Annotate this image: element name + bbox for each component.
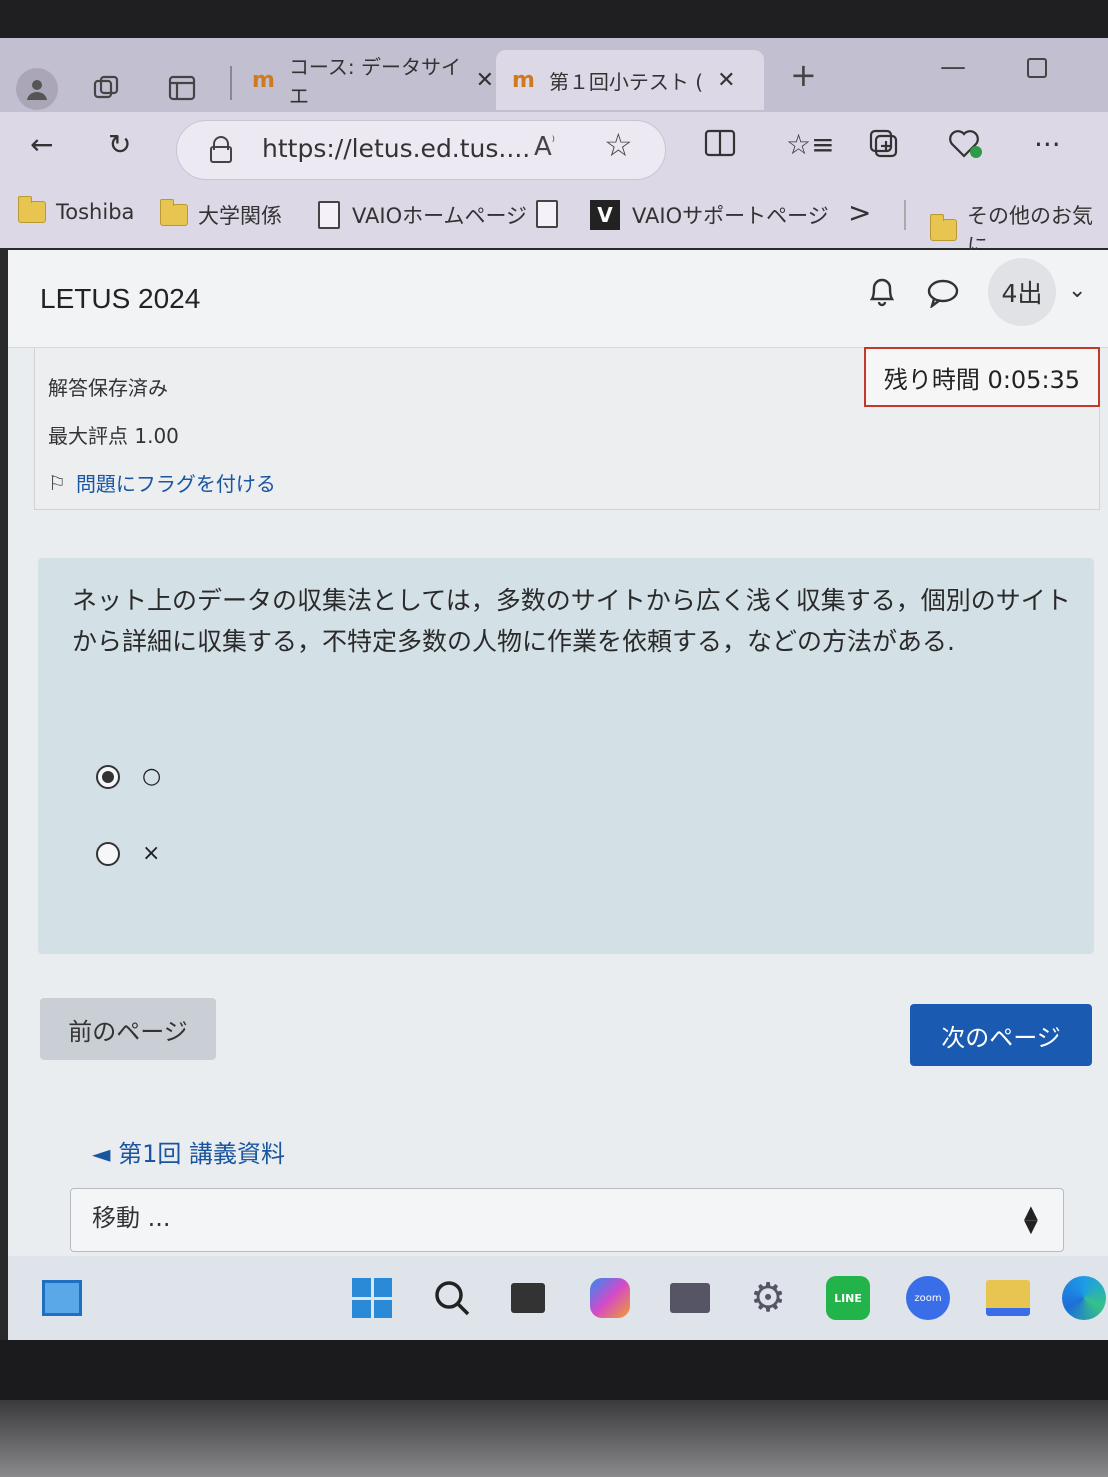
new-tab-button[interactable]: + [790,56,817,94]
tab-label: コース: データサイエ [288,55,462,108]
folder-icon [930,214,957,241]
quiz-timer: 残り時間 0:05:35 [864,347,1100,407]
previous-activity-link[interactable]: ◄ 第1回 講義資料 [92,1134,285,1169]
folder-icon [160,199,188,226]
bookmark-vaio-home[interactable]: VAIOホームページ [318,200,527,230]
bookmark-divider [904,200,906,230]
bookmark-label: Toshiba [56,200,135,224]
maximize-icon[interactable] [1027,58,1047,78]
back-arrow-icon[interactable]: ← [30,128,53,161]
site-brand[interactable]: LETUS 2024 [40,283,200,315]
more-options-icon[interactable]: ··· [1034,128,1061,161]
bookmark-toshiba[interactable]: Toshiba [18,196,135,224]
settings-icon[interactable]: ⚙ [746,1275,790,1321]
refresh-icon[interactable]: ↻ [108,128,131,161]
workspaces-icon[interactable] [88,70,124,106]
file-explorer-icon[interactable] [986,1276,1030,1320]
bookmark-university[interactable]: 大学関係 [160,199,282,230]
close-icon[interactable]: ✕ [717,68,735,93]
chevron-right-icon[interactable]: > [848,196,871,229]
browser-essentials-icon[interactable] [948,128,984,167]
flag-icon: ⚐ [48,470,66,495]
flag-question-link[interactable]: ⚐ 問題にフラグを付ける [48,468,276,497]
max-score: 最大評点 1.00 [48,424,179,448]
screen-bezel-top [0,0,1108,38]
profile-icon[interactable] [16,68,58,110]
notification-bell-icon[interactable] [866,274,898,316]
bookmark-blank-page[interactable] [536,200,570,228]
bookmark-label: 大学関係 [198,204,282,228]
url-text[interactable]: https://letus.ed.tus.... [262,134,530,163]
jump-to-value: 移動 ... [92,1204,171,1232]
radio-button[interactable] [96,841,120,866]
page-icon [318,201,340,229]
answer-status: 解答保存済み [48,376,168,400]
answer-option-true[interactable]: ○ [96,764,161,789]
close-icon[interactable]: ✕ [476,68,494,93]
flag-label: 問題にフラグを付ける [75,472,276,496]
split-screen-icon[interactable] [704,128,736,165]
messages-icon[interactable] [926,278,960,316]
tab-quiz[interactable]: m 第１回小テスト ( ✕ [496,50,764,110]
bookmark-label: VAIOホームページ [352,204,528,228]
collections-icon[interactable] [868,128,900,167]
widgets-icon[interactable] [40,1276,84,1320]
tab-course[interactable]: m コース: データサイエ ✕ [236,50,494,110]
previous-page-button[interactable]: 前のページ [40,998,216,1060]
vaio-icon: V [590,200,620,230]
favorite-star-icon[interactable]: ☆ [604,126,633,164]
chevron-down-icon[interactable]: ⌄ [1068,278,1086,303]
lock-icon[interactable] [208,134,234,164]
answer-option-false[interactable]: × [96,841,160,866]
folder-icon [18,196,46,223]
bookmark-label: VAIOサポートページ [632,204,829,228]
tab-label: 第１回小テスト ( [548,69,704,94]
select-arrows-icon: ▲ ▼ [1024,1202,1038,1237]
radio-button[interactable] [96,764,120,789]
line-icon[interactable]: LINE [826,1276,870,1320]
option-label: ○ [142,764,162,789]
option-label: × [142,841,161,866]
page-icon [536,200,558,228]
edge-icon[interactable] [1062,1276,1106,1320]
bookmark-vaio-support[interactable]: V VAIOサポートページ [590,200,829,230]
start-icon[interactable] [350,1276,394,1320]
copilot-icon[interactable] [588,1276,632,1320]
read-aloud-icon[interactable]: A⁾ [534,132,555,162]
vertical-tabs-icon[interactable] [164,70,200,106]
zoom-icon[interactable]: zoom [906,1276,950,1320]
question-text: ネット上のデータの収集法としては，多数のサイトから広く浅く収集する，個別のサイト… [72,586,1071,656]
avatar[interactable]: 4出 [988,258,1056,326]
jump-to-select[interactable] [70,1188,1064,1252]
search-icon[interactable] [430,1276,474,1320]
laptop-icon[interactable] [668,1276,712,1320]
minimize-icon[interactable]: — [940,52,966,82]
moodle-icon: m [252,67,275,93]
task-view-icon[interactable] [506,1276,550,1320]
laptop-body [0,1400,1108,1477]
favorites-list-icon[interactable]: ☆≡ [786,128,835,161]
tab-separator [230,66,232,100]
moodle-icon: m [512,67,535,93]
next-page-button[interactable]: 次のページ [910,1004,1092,1066]
